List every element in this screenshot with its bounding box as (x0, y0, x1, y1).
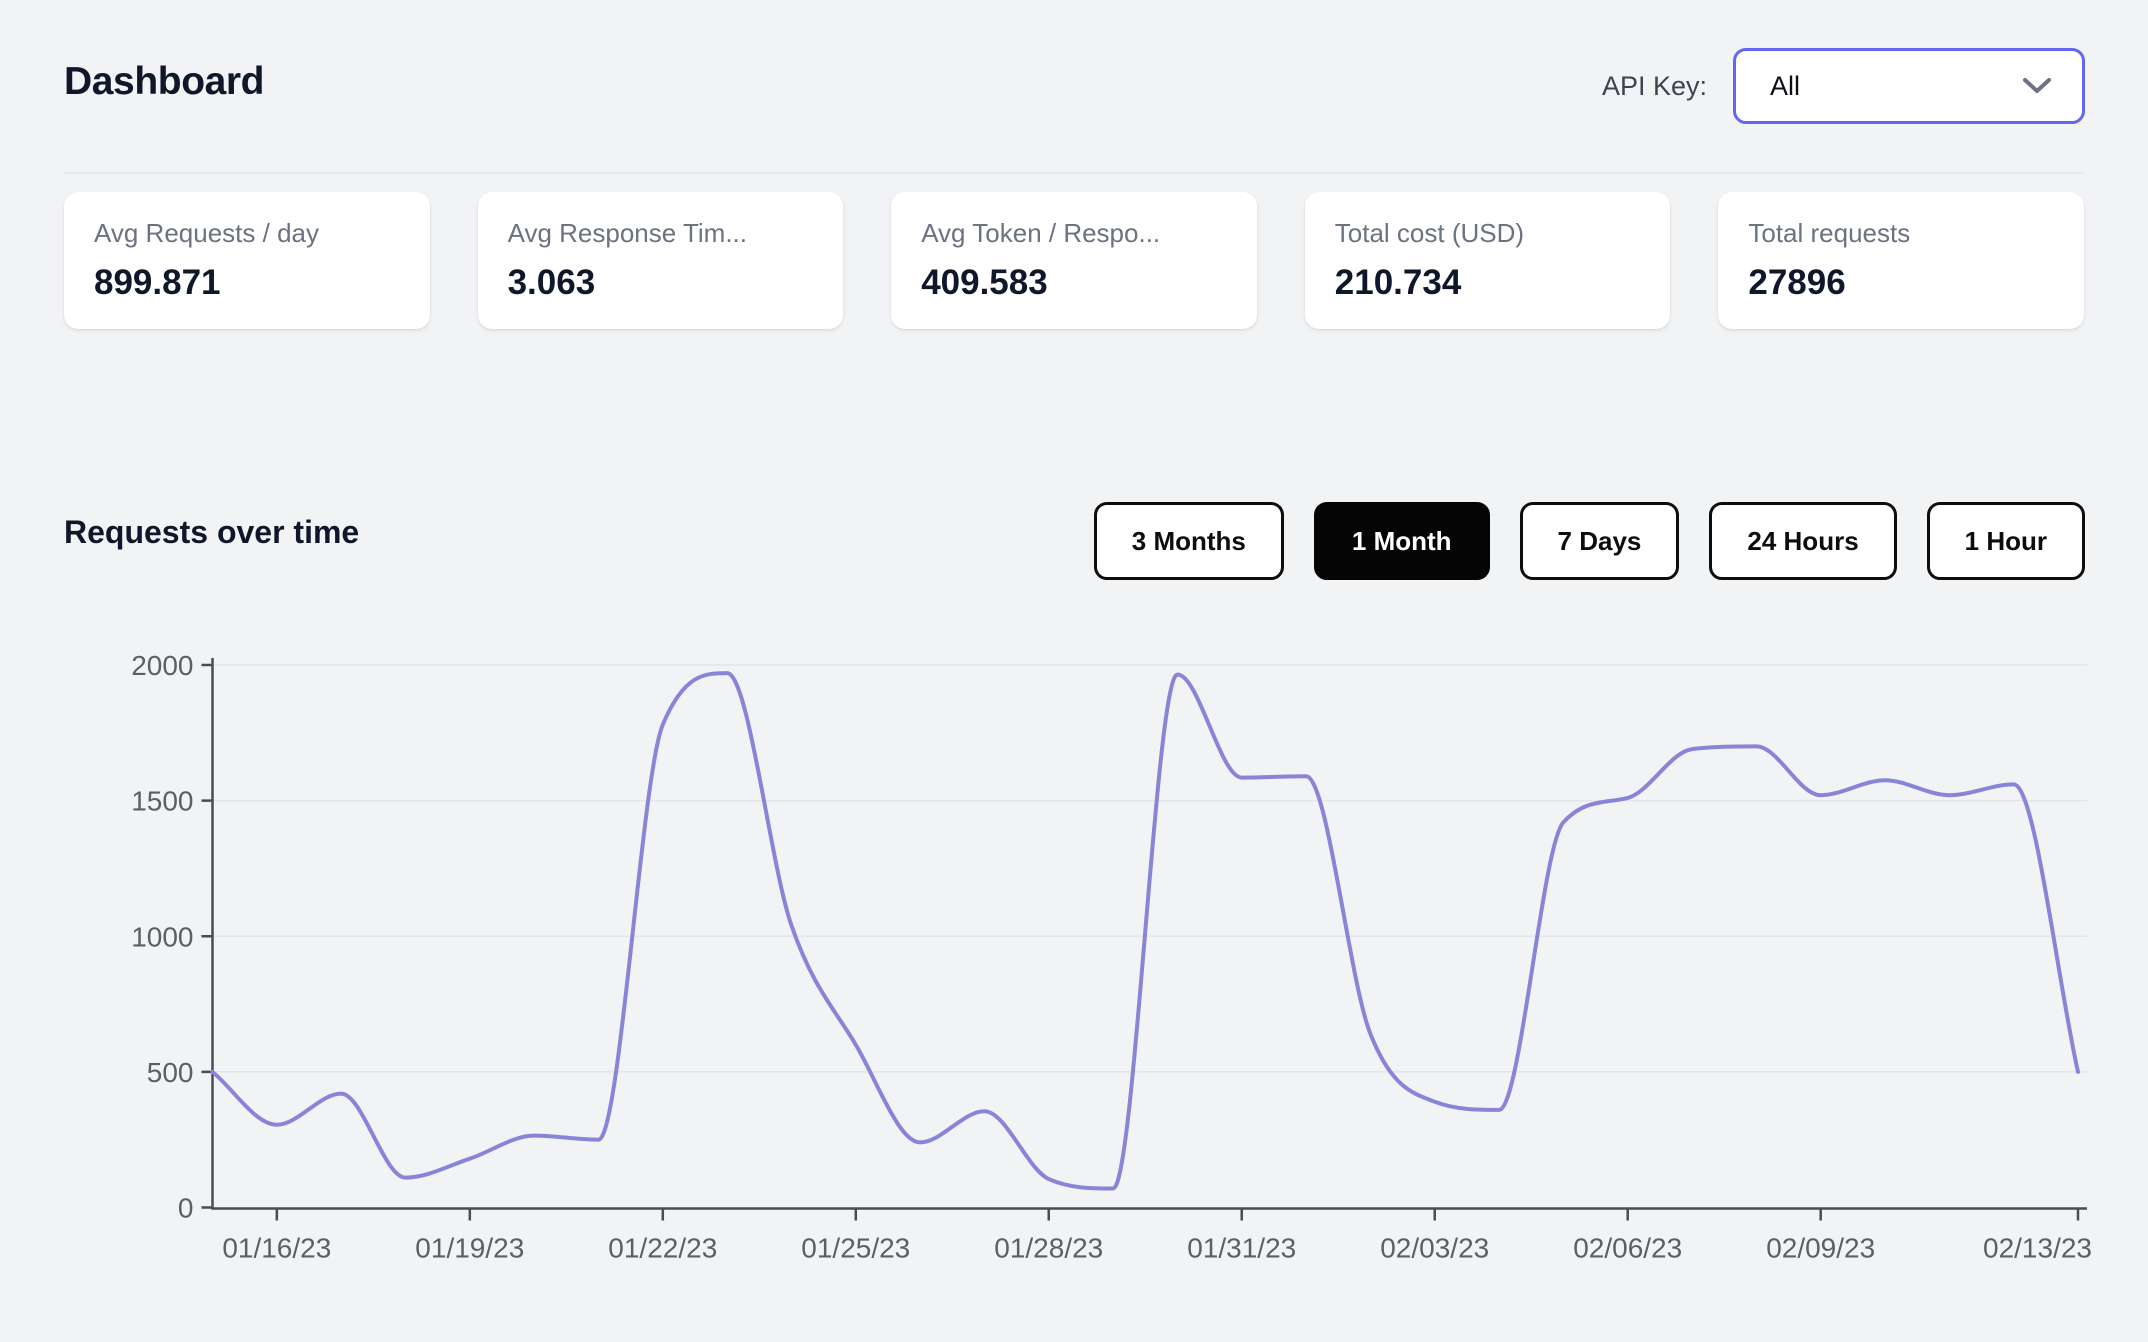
stat-value: 3.063 (507, 263, 596, 302)
stat-card-avg-token: Avg Token / Respo... 409.583 (891, 192, 1257, 329)
range-button-24-hours[interactable]: 24 Hours (1709, 502, 1897, 580)
x-tick-label: 02/09/23 (1766, 1233, 1875, 1264)
range-button-7-days[interactable]: 7 Days (1519, 502, 1680, 580)
x-tick-label: 02/13/23 (1983, 1233, 2092, 1264)
x-tick-label: 01/28/23 (994, 1233, 1103, 1264)
stat-label: Avg Token / Respo... (921, 218, 1161, 248)
y-tick-label: 1000 (131, 921, 193, 952)
stat-card-total-cost: Total cost (USD) 210.734 (1304, 192, 1671, 329)
x-tick-label: 02/06/23 (1573, 1233, 1682, 1264)
chart-section-title: Requests over time (64, 514, 360, 550)
stat-label: Total cost (USD) (1334, 218, 1525, 248)
stat-value: 27896 (1748, 263, 1846, 302)
y-tick-label: 2000 (131, 650, 193, 681)
range-button-3-months[interactable]: 3 Months (1093, 502, 1284, 580)
stat-value: 409.583 (921, 263, 1048, 302)
api-key-row: API Key: All (1602, 46, 2085, 126)
time-range-buttons: 3 Months 1 Month 7 Days 24 Hours 1 Hour (1093, 502, 2085, 580)
x-tick-label: 01/25/23 (801, 1233, 910, 1264)
stat-cards-row: Avg Requests / day 899.871 Avg Response … (64, 192, 2084, 329)
dashboard-page: 0 500 1000 1500 2000 01/16/23 01/19/23 01/22/23… (0, 0, 2148, 1342)
x-tick-label: 01/31/23 (1187, 1233, 1296, 1264)
y-tick-label: 500 (147, 1057, 194, 1088)
chevron-down-icon (2023, 78, 2051, 93)
header-divider (64, 172, 2084, 174)
x-tick-label: 02/03/23 (1380, 1233, 1489, 1264)
x-tick-label: 01/19/23 (415, 1233, 524, 1264)
x-tick-label: 01/16/23 (222, 1233, 331, 1264)
stat-card-avg-response-time: Avg Response Tim... 3.063 (477, 192, 844, 329)
requests-series-line (210, 671, 2080, 1191)
stat-label: Avg Response Tim... (507, 218, 748, 248)
api-key-label: API Key: (1601, 70, 1707, 101)
api-key-select[interactable]: All (1733, 48, 2085, 124)
y-tick-label: 1500 (131, 786, 193, 817)
stat-card-avg-requests: Avg Requests / day 899.871 (64, 192, 430, 329)
api-key-selected-value: All (1770, 70, 1801, 101)
y-tick-label: 0 (178, 1193, 194, 1224)
range-button-1-month[interactable]: 1 Month (1313, 502, 1490, 580)
stat-label: Total requests (1748, 218, 1911, 248)
x-tick-label: 01/22/23 (608, 1233, 717, 1264)
page-title: Dashboard (64, 60, 265, 103)
stat-label: Avg Requests / day (94, 218, 319, 248)
stat-value: 899.871 (94, 263, 221, 302)
stat-value: 210.734 (1334, 263, 1462, 302)
stat-card-total-requests: Total requests 27896 (1718, 192, 2084, 329)
range-button-1-hour[interactable]: 1 Hour (1926, 502, 2085, 580)
